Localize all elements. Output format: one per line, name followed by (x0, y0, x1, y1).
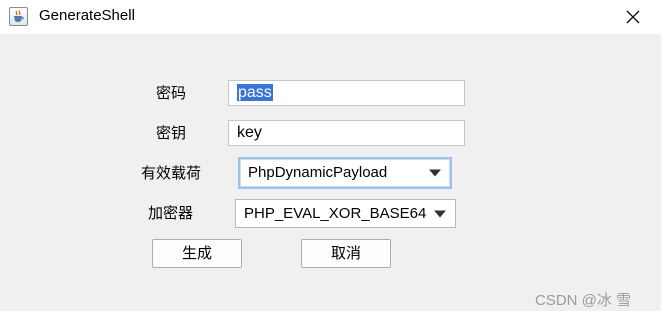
secret-key-label: 密钥 (156, 125, 187, 142)
payload-select[interactable]: PhpDynamicPayload (238, 157, 452, 189)
chevron-down-icon (429, 169, 441, 177)
close-icon (626, 10, 640, 24)
payload-label: 有效载荷 (141, 165, 202, 182)
password-field[interactable]: pass (228, 80, 465, 106)
cancel-button[interactable]: 取消 (301, 239, 391, 268)
generate-shell-dialog: GenerateShell 密码 pass 密钥 key 有效载荷 PhpDyn… (0, 0, 661, 311)
encryptor-select[interactable]: PHP_EVAL_XOR_BASE64 (235, 199, 456, 228)
java-cup-icon (9, 7, 28, 26)
title-bar: GenerateShell (0, 0, 661, 34)
window-title: GenerateShell (39, 7, 135, 24)
password-label: 密码 (156, 85, 187, 102)
chevron-down-icon (434, 210, 446, 217)
encryptor-selected-value: PHP_EVAL_XOR_BASE64 (244, 204, 427, 222)
password-value: pass (237, 84, 273, 101)
payload-selected-value: PhpDynamicPayload (248, 164, 388, 181)
secret-key-field[interactable]: key (228, 120, 465, 146)
encryptor-label: 加密器 (148, 205, 194, 222)
secret-key-value: key (237, 124, 262, 141)
close-button[interactable] (610, 0, 654, 34)
watermark: CSDN @冰 雪 (535, 292, 632, 309)
generate-button[interactable]: 生成 (152, 239, 242, 268)
